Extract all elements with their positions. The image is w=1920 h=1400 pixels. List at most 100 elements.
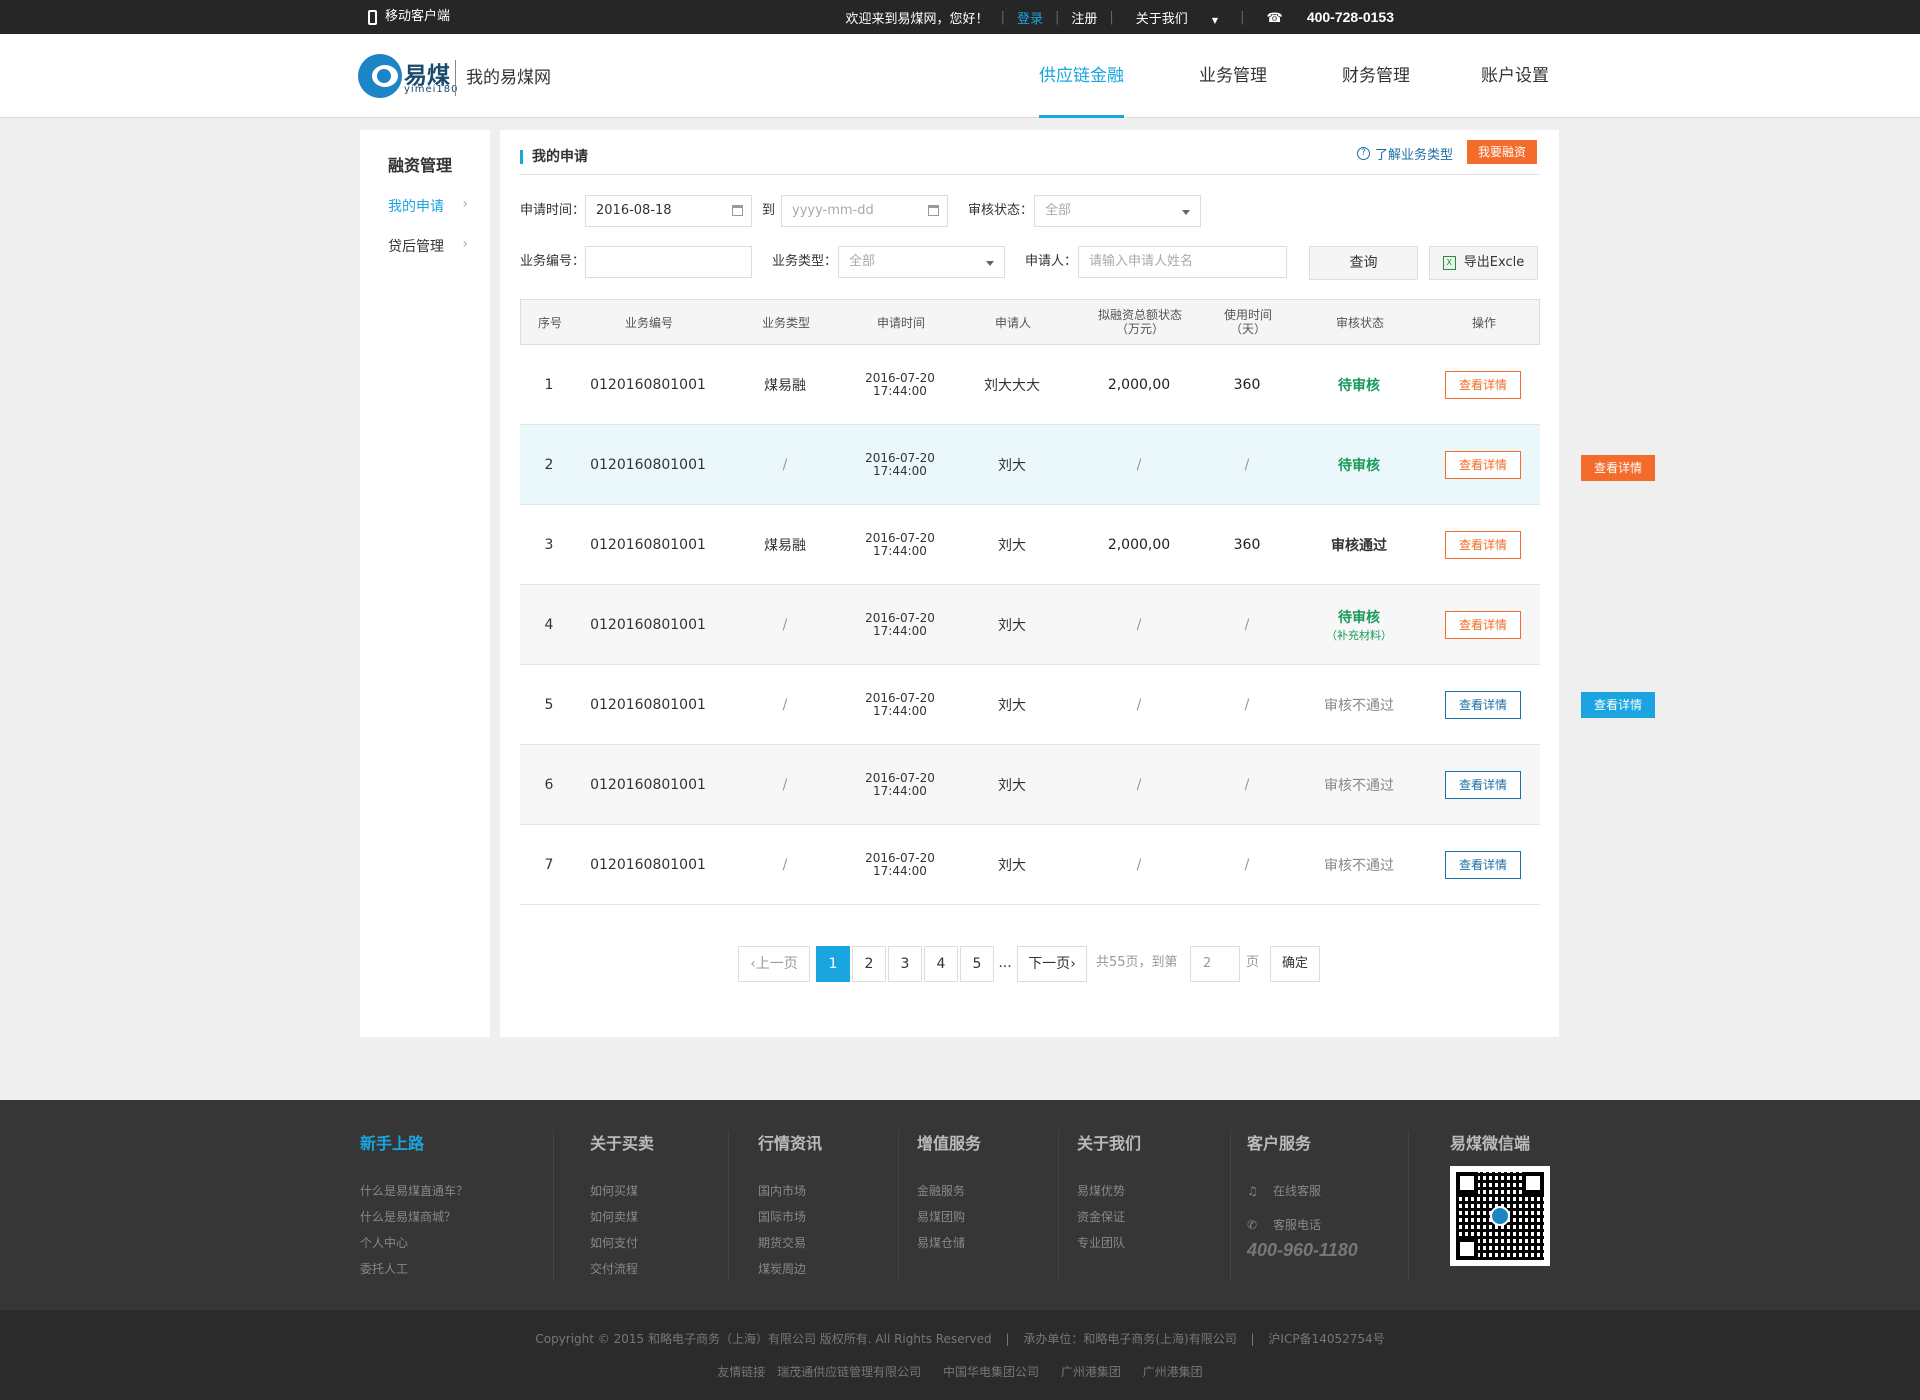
row-biz-type: / [782, 696, 788, 713]
footer-link[interactable]: 国内市场 [758, 1178, 822, 1204]
sidebar-item-post-loan[interactable]: 贷后管理 › [388, 236, 468, 256]
nav-supply-chain-finance[interactable]: 供应链金融 [1039, 34, 1124, 118]
logo[interactable]: 易煤 yimei180 [358, 54, 458, 100]
view-detail-button[interactable]: 查看详情 [1445, 450, 1521, 479]
nav-business-management[interactable]: 业务管理 [1199, 34, 1267, 118]
table-row: 4 0120160801001 / 2016-07-20 17:44:00 刘大 / / 待审核… [520, 585, 1540, 665]
footer-link[interactable]: 易煤优势 [1077, 1178, 1141, 1204]
date-range-to-label: 到 [762, 203, 776, 218]
service-phone-label: 客服电话 [1273, 1218, 1322, 1232]
goto-confirm-button[interactable]: 确定 [1270, 946, 1320, 982]
footer-link[interactable]: 交付流程 [590, 1256, 654, 1282]
divider: | [1109, 9, 1114, 25]
next-page-button[interactable]: 下一页› [1017, 946, 1087, 982]
welcome-text: 欢迎来到易煤网，您好！ [845, 11, 989, 27]
row-biz-no: 0120160801001 [590, 616, 706, 633]
header-amount-line1: 拟融资总额状态 [1097, 308, 1182, 322]
footer-link[interactable]: 如何卖煤 [590, 1204, 654, 1230]
online-service-link[interactable]: ♫ 在线客服 [1247, 1178, 1358, 1204]
footer-link[interactable]: 金融服务 [917, 1178, 981, 1204]
footer-link[interactable]: 易煤仓储 [917, 1230, 981, 1256]
biz-no-input[interactable] [585, 246, 752, 278]
view-detail-button-active[interactable]: 查看详情 [1581, 692, 1655, 718]
row-action: 查看详情 [1426, 690, 1540, 719]
row-amount: / [1136, 616, 1142, 633]
prev-page-button[interactable]: ‹上一页 [738, 946, 810, 982]
view-detail-button-hover[interactable]: 查看详情 [1581, 455, 1655, 481]
chevron-right-icon: › [462, 236, 468, 252]
biz-type-select[interactable]: 全部 [838, 246, 1005, 278]
query-button[interactable]: 查询 [1309, 246, 1418, 280]
footer-link[interactable]: 国际市场 [758, 1204, 822, 1230]
row-biz-no: 0120160801001 [590, 856, 706, 873]
sidebar: 融资管理 我的申请 › 贷后管理 › [360, 130, 490, 1037]
page-4-button[interactable]: 4 [924, 946, 958, 982]
about-dropdown[interactable]: 关于我们 ▼ [1116, 8, 1238, 27]
register-link[interactable]: 注册 [1061, 8, 1107, 27]
footer-link[interactable]: 个人中心 [360, 1230, 468, 1256]
row-biz-type: 煤易融 [764, 377, 806, 394]
footer-link[interactable]: 期货交易 [758, 1230, 822, 1256]
help-link[interactable]: ? 了解业务类型 [1357, 144, 1453, 163]
header-applicant: 申请人 [994, 315, 1031, 330]
nav-finance-management[interactable]: 财务管理 [1342, 34, 1410, 118]
row-status: 审核不通过 [1292, 775, 1426, 795]
login-link[interactable]: 登录 [1007, 8, 1053, 27]
footer-link[interactable]: 委托人工 [360, 1256, 468, 1282]
row-applicant: 刘大 [998, 617, 1026, 634]
row-days: / [1244, 856, 1250, 873]
footer-link[interactable]: 煤炭周边 [758, 1256, 822, 1282]
date-to-input[interactable]: yyyy-mm-dd [781, 195, 948, 227]
apply-financing-button[interactable]: 我要融资 [1467, 140, 1537, 164]
footer-link[interactable]: 如何支付 [590, 1230, 654, 1256]
review-status-value: 全部 [1045, 203, 1072, 218]
goto-page-input[interactable]: 2 [1190, 946, 1240, 982]
footer-link[interactable]: 什么是易煤商城？ [360, 1204, 468, 1230]
mobile-client-link[interactable]: 移动客户端 [368, 0, 450, 34]
export-excel-button[interactable]: X 导出Excle [1429, 246, 1538, 280]
view-detail-button[interactable]: 查看详情 [1445, 370, 1521, 399]
friend-link[interactable]: 中国华电集团公司 [943, 1365, 1039, 1379]
top-bar-right: 欢迎来到易煤网，您好！ | 登录 | 注册 | 关于我们 ▼ | ☎ 400-7… [836, 0, 1414, 34]
view-detail-button[interactable]: 查看详情 [1445, 770, 1521, 799]
page-unit-label: 页 [1246, 955, 1260, 970]
row-amount: 2,000,00 [1107, 536, 1171, 553]
biz-type-value: 全部 [849, 254, 876, 269]
next-page-label: 下一页 [1028, 956, 1071, 972]
row-action: 查看详情 [1426, 530, 1540, 559]
row-amount: / [1136, 696, 1142, 713]
footer-link[interactable]: 易煤团购 [917, 1204, 981, 1230]
header-status: 审核状态 [1335, 315, 1384, 330]
friend-link[interactable]: 瑞茂通供应链管理有限公司 [777, 1365, 921, 1379]
hotline-number: 400-728-0153 [1306, 8, 1394, 25]
page-3-button[interactable]: 3 [888, 946, 922, 982]
view-detail-button[interactable]: 查看详情 [1445, 690, 1521, 719]
sidebar-item-my-applications[interactable]: 我的申请 › [388, 196, 468, 216]
headset-icon: ♫ [1247, 1184, 1258, 1198]
page-1-button[interactable]: 1 [816, 946, 850, 982]
row-no: 2 [544, 456, 554, 473]
page-5-button[interactable]: 5 [960, 946, 994, 982]
view-detail-button[interactable]: 查看详情 [1445, 530, 1521, 559]
view-detail-button[interactable]: 查看详情 [1445, 610, 1521, 639]
page-2-button[interactable]: 2 [852, 946, 886, 982]
divider [520, 174, 1540, 175]
friend-link[interactable]: 广州港集团 [1061, 1365, 1121, 1379]
nav-account-settings[interactable]: 账户设置 [1481, 34, 1549, 118]
friend-link[interactable]: 广州港集团 [1143, 1365, 1203, 1379]
row-apply-date: 2016-07-20 [865, 530, 935, 545]
date-from-input[interactable]: 2016-08-18 [585, 195, 752, 227]
applicant-input[interactable]: 请输入申请人姓名 [1078, 246, 1287, 278]
row-applicant: 刘大 [998, 697, 1026, 714]
footer-divider [553, 1130, 554, 1280]
telephone-icon: ☎ [1266, 10, 1283, 26]
applicant-label: 申请人： [1025, 254, 1078, 269]
footer-link[interactable]: 专业团队 [1077, 1230, 1141, 1256]
row-status-text: 待审核 [1338, 377, 1380, 394]
footer-link[interactable]: 资金保证 [1077, 1204, 1141, 1230]
help-link-label: 了解业务类型 [1375, 148, 1454, 163]
footer-link[interactable]: 什么是易煤直通车？ [360, 1178, 468, 1204]
footer-link[interactable]: 如何买煤 [590, 1178, 654, 1204]
view-detail-button[interactable]: 查看详情 [1445, 850, 1521, 879]
review-status-select[interactable]: 全部 [1034, 195, 1201, 227]
